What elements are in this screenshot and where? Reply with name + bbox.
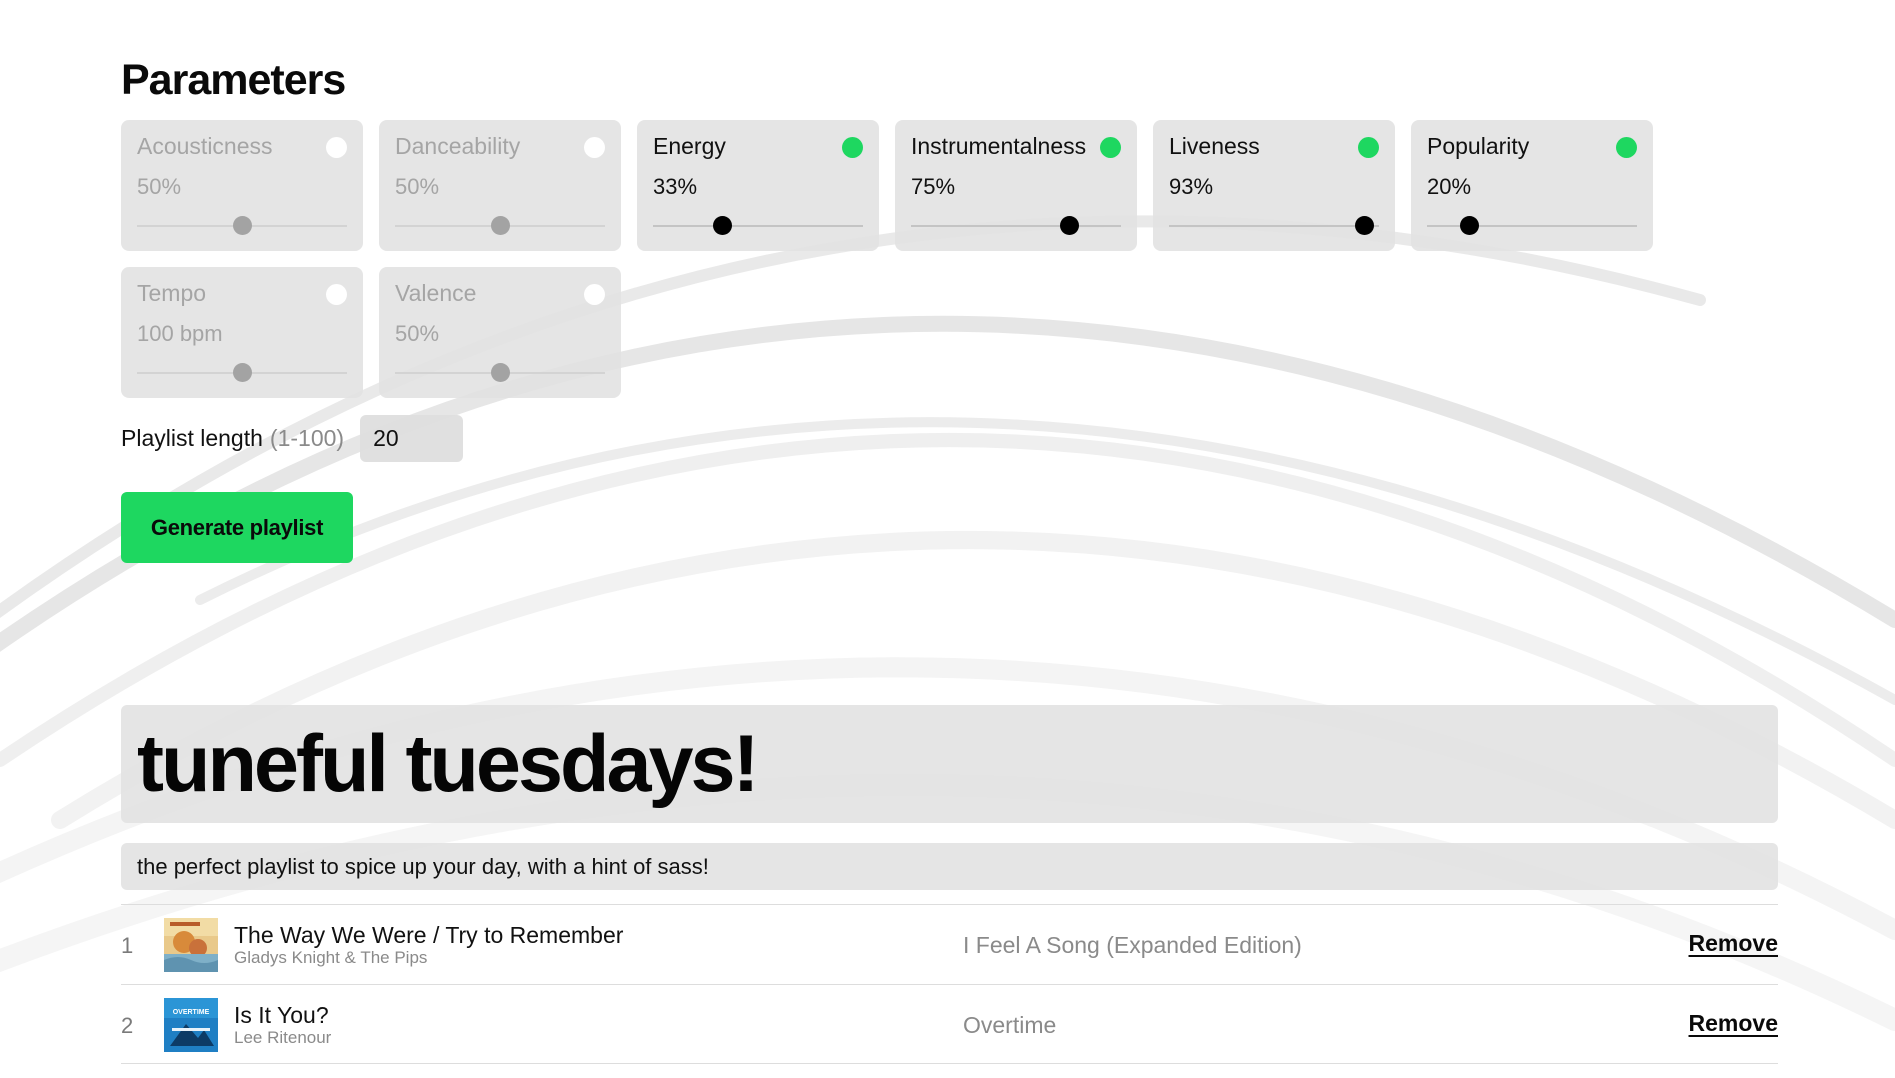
album-art: OVERTIME <box>164 998 218 1052</box>
track-title: Is It You? <box>234 1002 329 1028</box>
playlist-length-hint: (1-100) <box>269 424 345 451</box>
track-title: The Way We Were / Try to Remember <box>234 922 624 948</box>
param-slider-track[interactable] <box>1427 225 1637 227</box>
param-name: Valence <box>395 280 477 306</box>
param-slider-track[interactable] <box>1169 225 1379 227</box>
param-slider-handle[interactable] <box>1460 216 1479 235</box>
param-toggle[interactable] <box>1358 137 1379 158</box>
playlist-length-label: Playlist length <box>121 424 263 451</box>
param-value: 33% <box>653 174 698 199</box>
param-slider-track[interactable] <box>653 225 863 227</box>
param-value: 50% <box>395 174 440 199</box>
param-name: Danceability <box>395 133 521 159</box>
album-art-text: OVERTIME <box>173 1009 210 1016</box>
param-card-acousticness[interactable]: Acousticness 50% <box>121 120 363 251</box>
track-number: 1 <box>121 933 134 958</box>
param-toggle[interactable] <box>584 284 605 305</box>
remove-track-button[interactable]: Remove <box>1689 1010 1778 1037</box>
param-card-valence[interactable]: Valence 50% <box>379 267 621 398</box>
track-number: 2 <box>121 1013 134 1038</box>
param-card-liveness[interactable]: Liveness 93% <box>1153 120 1395 251</box>
param-name: Popularity <box>1427 133 1530 159</box>
param-slider-track[interactable] <box>911 225 1121 227</box>
app-root: Parameters Acousticness 50% Danceability… <box>0 0 1895 1078</box>
track-artist: Lee Ritenour <box>234 1028 332 1047</box>
param-name: Liveness <box>1169 133 1260 159</box>
param-name: Energy <box>653 133 726 159</box>
param-toggle[interactable] <box>1100 137 1121 158</box>
param-slider-handle[interactable] <box>1355 216 1375 235</box>
playlist-description[interactable]: the perfect playlist to spice up your da… <box>121 843 1778 890</box>
playlist-title[interactable]: tuneful tuesdays! <box>121 705 1778 823</box>
track-artist: Gladys Knight & The Pips <box>234 948 428 967</box>
param-value: 50% <box>137 174 182 199</box>
param-slider-handle[interactable] <box>233 363 252 382</box>
param-card-popularity[interactable]: Popularity 20% <box>1411 120 1653 251</box>
track-album: Overtime <box>963 1012 1057 1038</box>
param-slider-handle[interactable] <box>713 216 733 235</box>
param-toggle[interactable] <box>584 137 605 158</box>
param-value: 75% <box>911 174 956 199</box>
track-album: I Feel A Song (Expanded Edition) <box>963 932 1302 958</box>
track-row: 1 The Way We Were / Try to Remember Glad… <box>121 904 1778 984</box>
param-value: 100 bpm <box>137 321 223 346</box>
track-row: 2 OVERTIME Is It You? Lee Ritenour Overt… <box>121 984 1778 1064</box>
param-toggle[interactable] <box>326 284 347 305</box>
param-slider-handle[interactable] <box>491 216 510 235</box>
param-value: 93% <box>1169 174 1214 199</box>
param-slider-handle[interactable] <box>491 363 510 382</box>
param-card-instrumentalness[interactable]: Instrumentalness 75% <box>895 120 1137 251</box>
playlist-length-input[interactable] <box>360 414 464 462</box>
generate-playlist-button[interactable]: Generate playlist <box>121 492 353 563</box>
param-toggle[interactable] <box>842 137 863 158</box>
param-toggle[interactable] <box>1616 137 1637 158</box>
param-value: 20% <box>1427 174 1472 199</box>
track-list: 1 The Way We Were / Try to Remember Glad… <box>121 904 1778 1064</box>
playlist-length-row: Playlist length (1-100) <box>121 414 464 462</box>
param-name: Acousticness <box>137 133 273 159</box>
parameters-heading: Parameters <box>121 56 346 104</box>
param-slider-handle[interactable] <box>233 216 252 235</box>
param-slider-handle[interactable] <box>1059 216 1079 235</box>
param-value: 50% <box>395 321 440 346</box>
param-card-tempo[interactable]: Tempo 100 bpm <box>121 267 363 398</box>
album-art <box>164 918 218 972</box>
param-name: Tempo <box>137 280 207 306</box>
param-card-energy[interactable]: Energy 33% <box>637 120 879 251</box>
remove-track-button[interactable]: Remove <box>1689 930 1778 957</box>
param-toggle[interactable] <box>326 137 347 158</box>
param-card-danceability[interactable]: Danceability 50% <box>379 120 621 251</box>
param-name: Instrumentalness <box>911 133 1087 159</box>
